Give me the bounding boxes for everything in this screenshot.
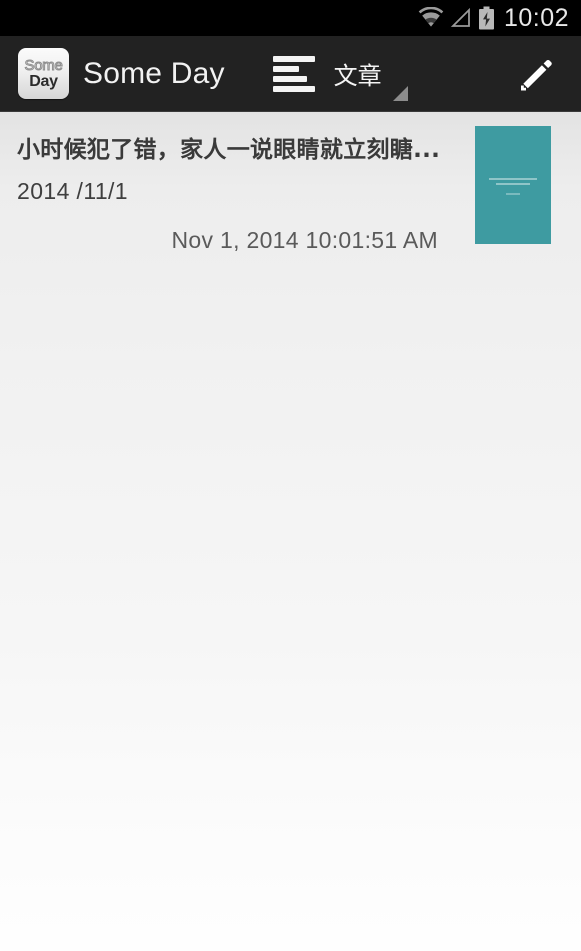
status-bar-clock: 10:02 — [503, 3, 569, 32]
cellular-signal-icon — [450, 7, 470, 27]
new-note-button[interactable] — [511, 50, 559, 98]
category-spinner[interactable]: 文章 — [272, 36, 408, 112]
pencil-edit-icon — [521, 59, 552, 90]
thumbnail-text-lines — [475, 177, 551, 195]
app-logo-line-2: Day — [29, 72, 58, 90]
app-title: Some Day — [83, 56, 225, 90]
action-bar: Some Day Some Day 文章 — [0, 36, 581, 112]
note-title: 小时候犯了错，家人一说眼睛就立刻瞊... — [17, 137, 441, 163]
app-logo-icon[interactable]: Some Day — [18, 48, 69, 99]
app-root: 10:02 Some Day Some Day 文章 小时候犯了错，家人一说眼睛… — [0, 0, 581, 951]
notes-list: 小时候犯了错，家人一说眼睛就立刻瞊... 2014 /11/1 Nov 1, 2… — [0, 112, 581, 951]
dropdown-caret-icon — [392, 85, 408, 101]
app-logo-line-1: Some — [24, 56, 63, 74]
note-date: 2014 /11/1 — [17, 178, 129, 204]
category-spinner-label: 文章 — [333, 62, 382, 90]
note-thumbnail[interactable] — [475, 126, 551, 244]
battery-charging-icon — [478, 6, 494, 30]
status-bar-icons — [418, 6, 495, 30]
list-item[interactable]: 小时候犯了错，家人一说眼睛就立刻瞊... 2014 /11/1 Nov 1, 2… — [0, 112, 581, 254]
article-list-icon — [272, 55, 315, 92]
status-bar: 10:02 — [0, 0, 581, 36]
wifi-icon — [418, 7, 444, 27]
